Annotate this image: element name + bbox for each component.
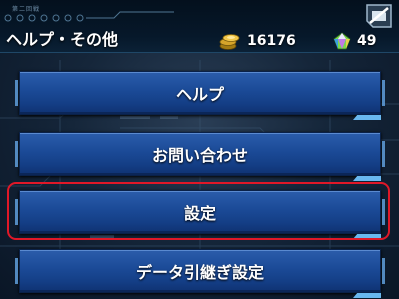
contact-button-label: お問い合わせ bbox=[151, 146, 248, 165]
button-corner-accent bbox=[353, 293, 381, 298]
contact-button[interactable]: お問い合わせ bbox=[15, 132, 385, 181]
button-corner-accent bbox=[353, 115, 381, 120]
settings-button[interactable]: 設定 bbox=[15, 190, 385, 239]
help-button-label: ヘルプ bbox=[175, 85, 224, 104]
menu-list: ヘルプ お問い合わせ 設定 データ引継ぎ設定 bbox=[0, 0, 399, 299]
settings-button-label: 設定 bbox=[183, 204, 216, 223]
data-transfer-settings-label: データ引継ぎ設定 bbox=[135, 263, 264, 282]
help-button[interactable]: ヘルプ bbox=[15, 71, 385, 120]
screen: 第二回戦 ヘルプ・その他 16176 49 ヘルプ お問い合わせ 設定 データ引… bbox=[0, 0, 399, 299]
data-transfer-settings-button[interactable]: データ引継ぎ設定 bbox=[15, 249, 385, 298]
button-corner-accent bbox=[353, 176, 381, 181]
button-corner-accent bbox=[353, 234, 381, 239]
